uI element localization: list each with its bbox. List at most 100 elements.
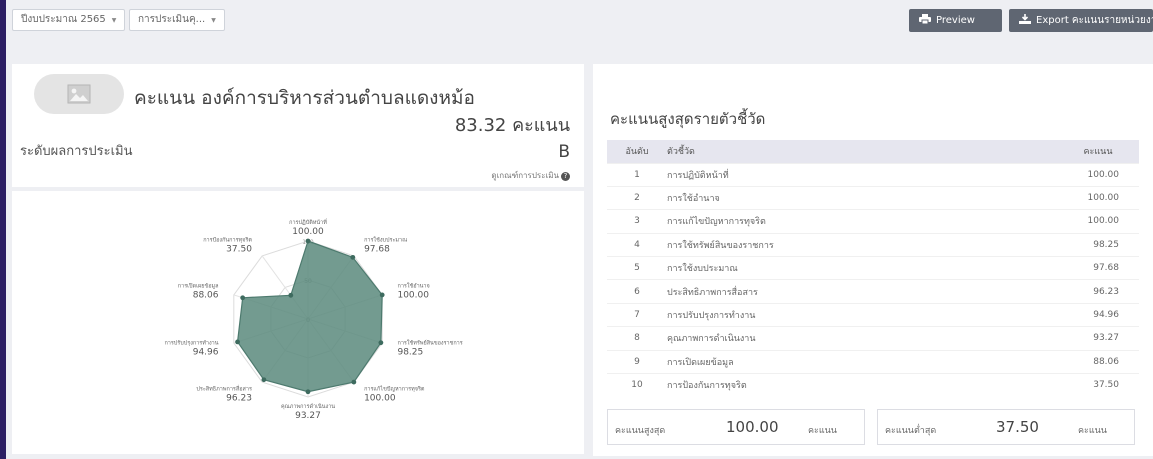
org-total-score: 83.32 คะแนน xyxy=(454,115,570,136)
header-score: คะแนน xyxy=(997,140,1139,163)
table-row: 8 คุณภาพการดำเนินงาน 93.27 xyxy=(607,326,1139,351)
row-rank: 1 xyxy=(607,162,667,187)
export-button[interactable]: Export คะแนนรายหน่วยงาน xyxy=(1009,9,1153,32)
radar-data-point xyxy=(240,295,246,301)
row-indicator: การปฏิบัติหน้าที่ xyxy=(667,162,997,187)
level-label: ระดับผลการประเมิน xyxy=(20,144,133,159)
level-value: B xyxy=(558,142,570,162)
radar-chart: 050100การปฏิบัติหน้าที่100.00การใช้งบประ… xyxy=(164,218,462,421)
row-rank: 6 xyxy=(607,279,667,304)
radar-axis-label: การปฏิบัติหน้าที่ xyxy=(289,218,327,226)
table-row: 1 การปฏิบัติหน้าที่ 100.00 xyxy=(607,162,1139,187)
row-indicator: การเปิดเผยข้อมูล xyxy=(667,349,997,374)
radar-value-label: 96.23 xyxy=(226,393,252,403)
radar-data-point xyxy=(378,340,384,346)
row-score: 97.68 xyxy=(997,256,1139,280)
criteria-link[interactable]: ดูเกณฑ์การประเมิน? xyxy=(491,169,570,182)
radar-value-label: 88.06 xyxy=(193,291,219,301)
radar-data-point xyxy=(235,339,240,345)
radar-value-label: 94.96 xyxy=(193,347,219,357)
preview-button[interactable]: Preview xyxy=(909,9,1002,32)
max-score-value: 100.00 xyxy=(726,418,779,436)
radar-axis-label: การเปิดเผยข้อมูล xyxy=(178,283,219,290)
radar-value-label: 100.00 xyxy=(364,393,396,403)
table-row: 7 การปรับปรุงการทำงาน 94.96 xyxy=(607,302,1139,327)
radar-data-point xyxy=(350,254,356,260)
fiscal-year-value: ปีงบประมาณ 2565 xyxy=(21,14,106,25)
radar-data-point xyxy=(379,292,385,298)
radar-value-label: 100.00 xyxy=(292,227,324,237)
row-rank: 10 xyxy=(607,373,667,397)
radar-axis-label: การแก้ไขปัญหาการทุจริต xyxy=(364,385,425,392)
row-score: 96.23 xyxy=(997,279,1139,304)
header-indicator: ตัวชี้วัด xyxy=(667,140,997,163)
radar-axis-label: การป้องกันการทุจริต xyxy=(203,237,252,244)
header-rank: อันดับ xyxy=(607,140,667,163)
ranking-header-row: อันดับ ตัวชี้วัด คะแนน xyxy=(607,140,1139,163)
ranking-card: คะแนนสูงสุดรายตัวชี้วัด อันดับ ตัวชี้วัด… xyxy=(593,64,1153,456)
top-toolbar: ปีงบประมาณ 2565 ▼ การประเมินคุ... ▼ Previe… xyxy=(6,0,1153,44)
download-icon xyxy=(1019,14,1031,24)
radar-data-point xyxy=(351,379,357,385)
chevron-down-icon: ▼ xyxy=(111,17,117,24)
export-label: Export คะแนนรายหน่วยงาน xyxy=(1036,15,1153,26)
row-rank: 3 xyxy=(607,209,667,234)
radar-axis-label: การใช้งบประมาณ xyxy=(364,237,407,244)
radar-series-area xyxy=(236,240,383,393)
printer-icon xyxy=(919,14,931,24)
radar-value-label: 100.00 xyxy=(397,291,429,301)
row-rank: 9 xyxy=(607,349,667,374)
preview-label: Preview xyxy=(936,15,975,26)
row-score: 100.00 xyxy=(997,209,1139,234)
row-rank: 7 xyxy=(607,302,667,327)
table-row: 4 การใช้ทรัพย์สินของราชการ 98.25 xyxy=(607,232,1139,257)
row-indicator: ประสิทธิภาพการสื่อสาร xyxy=(667,279,997,304)
radar-data-point xyxy=(261,377,267,383)
row-indicator: การใช้อำนาจ xyxy=(667,185,997,210)
radar-chart-card: 050100การปฏิบัติหน้าที่100.00การใช้งบประ… xyxy=(12,191,584,454)
image-icon xyxy=(67,84,91,104)
org-score-card: คะแนน องค์การบริหารส่วนตำบลแดงหม้อ 83.32… xyxy=(12,64,584,187)
row-score: 37.50 xyxy=(997,373,1139,397)
row-indicator: การแก้ไขปัญหาการทุจริต xyxy=(667,209,997,234)
max-score-box: คะแนนสูงสุด 100.00 คะแนน xyxy=(607,409,865,445)
ranking-table: อันดับ ตัวชี้วัด คะแนน 1 การปฏิบัติหน้าที… xyxy=(607,140,1139,397)
table-row: 6 ประสิทธิภาพการสื่อสาร 96.23 xyxy=(607,279,1139,304)
radar-value-label: 93.27 xyxy=(295,411,321,421)
table-row: 9 การเปิดเผยข้อมูล 88.06 xyxy=(607,349,1139,374)
row-indicator: การป้องกันการทุจริต xyxy=(667,373,997,397)
table-row: 2 การใช้อำนาจ 100.00 xyxy=(607,185,1139,210)
row-indicator: การใช้ทรัพย์สินของราชการ xyxy=(667,232,997,257)
fiscal-year-select[interactable]: ปีงบประมาณ 2565 ▼ xyxy=(12,9,126,31)
radar-axis-label: การใช้อำนาจ xyxy=(397,283,429,290)
min-score-value: 37.50 xyxy=(996,418,1039,436)
row-indicator: การปรับปรุงการทำงาน xyxy=(667,302,997,327)
row-indicator: คุณภาพการดำเนินงาน xyxy=(667,326,997,351)
max-score-label: คะแนนสูงสุด xyxy=(615,426,666,436)
row-score: 98.25 xyxy=(997,232,1139,257)
table-row: 5 การใช้งบประมาณ 97.68 xyxy=(607,256,1139,280)
max-score-unit: คะแนน xyxy=(808,426,837,436)
row-score: 94.96 xyxy=(997,302,1139,327)
row-score: 88.06 xyxy=(997,349,1139,374)
row-rank: 8 xyxy=(607,326,667,351)
criteria-link-text: ดูเกณฑ์การประเมิน xyxy=(491,171,559,180)
row-rank: 5 xyxy=(607,256,667,280)
org-title: คะแนน องค์การบริหารส่วนตำบลแดงหม้อ xyxy=(134,87,475,109)
left-nav-strip xyxy=(0,0,6,459)
row-score: 100.00 xyxy=(997,162,1139,187)
assessment-select[interactable]: การประเมินคุ... ▼ xyxy=(129,9,225,31)
row-score: 100.00 xyxy=(997,185,1139,210)
radar-axis-label: การใช้ทรัพย์สินของราชการ xyxy=(397,339,462,346)
row-score: 93.27 xyxy=(997,326,1139,351)
table-row: 10 การป้องกันการทุจริต 37.50 xyxy=(607,373,1139,397)
radar-data-point xyxy=(288,292,294,298)
radar-value-label: 97.68 xyxy=(364,245,390,255)
org-logo-placeholder xyxy=(34,74,124,114)
radar-value-label: 98.25 xyxy=(397,347,423,357)
radar-data-point xyxy=(305,389,311,395)
min-score-unit: คะแนน xyxy=(1078,426,1107,436)
radar-axis-label: การปรับปรุงการทำงาน xyxy=(164,339,218,346)
help-icon: ? xyxy=(561,172,570,181)
row-rank: 4 xyxy=(607,232,667,257)
